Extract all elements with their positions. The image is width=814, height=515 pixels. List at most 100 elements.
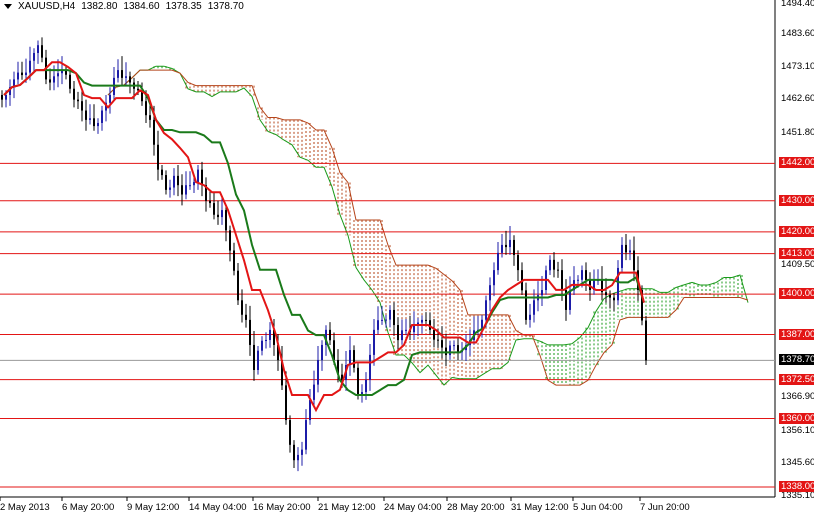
price-tick-label: 1345.60: [781, 457, 814, 469]
candle-body: [609, 295, 611, 298]
candle-body: [17, 72, 19, 80]
candle-body: [245, 314, 247, 320]
candle-body: [497, 252, 499, 271]
candle-body: [393, 309, 395, 326]
chart-window: XAUUSD,H4 1382.80 1384.60 1378.35 1378.7…: [0, 0, 814, 515]
candle-body: [305, 420, 307, 450]
candle-body: [457, 345, 459, 353]
candle-body: [645, 320, 647, 361]
candle-body: [81, 101, 83, 111]
low-value: 1378.35: [165, 1, 202, 12]
price-tick-label: 1366.90: [781, 391, 814, 403]
candle-body: [425, 319, 427, 321]
candle-body: [581, 270, 583, 280]
candle-body: [489, 285, 491, 301]
chart-header: XAUUSD,H4 1382.80 1384.60 1378.35 1378.7…: [4, 1, 244, 12]
candle-body: [513, 239, 515, 256]
candle-body: [369, 354, 371, 380]
tenkan-sen-line: [3, 61, 645, 413]
candle-body: [633, 250, 635, 271]
candle-body: [69, 74, 71, 89]
price-tick-label: 1473.10: [781, 60, 814, 72]
candle-body: [557, 269, 559, 271]
candle-body: [213, 203, 215, 215]
level-label: 1420.00: [779, 225, 814, 237]
candle-body: [153, 119, 155, 145]
candle-body: [577, 279, 579, 281]
candle-body: [253, 344, 255, 370]
candle-body: [549, 259, 551, 271]
candle-body: [201, 169, 203, 186]
candle-body: [57, 73, 59, 77]
price-tick-label: 1451.80: [781, 126, 814, 138]
candle-body: [41, 45, 43, 58]
candle-body: [625, 244, 627, 253]
candle-body: [249, 319, 251, 345]
candle-body: [613, 297, 615, 301]
candle-body: [301, 449, 303, 455]
candle-body: [621, 244, 623, 268]
price-chart[interactable]: [0, 0, 814, 515]
candle-body: [405, 329, 407, 331]
candle-body: [509, 239, 511, 248]
candle-body: [269, 329, 271, 340]
candle-body: [97, 122, 99, 127]
level-label: 1413.00: [779, 247, 814, 259]
candle-body: [185, 185, 187, 195]
candle-body: [165, 175, 167, 190]
price-tick-label: 1356.10: [781, 424, 814, 436]
candle-body: [529, 314, 531, 320]
candle-body: [517, 255, 519, 271]
candle-body: [121, 70, 123, 78]
dropdown-triangle-icon[interactable]: [4, 4, 12, 9]
level-label: 1430.00: [779, 194, 814, 206]
candle-body: [193, 182, 195, 186]
candle-body: [437, 339, 439, 341]
level-label: 1442.00: [779, 157, 814, 169]
candle-body: [365, 379, 367, 393]
candle-body: [5, 94, 7, 100]
symbol-label: XAUUSD,H4: [18, 1, 76, 12]
candle-body: [445, 347, 447, 356]
candle-body: [389, 309, 391, 320]
candle-body: [93, 118, 95, 127]
candle-body: [233, 250, 235, 271]
level-label: 1400.00: [779, 288, 814, 300]
candle-body: [125, 76, 127, 78]
candle-body: [137, 88, 139, 91]
candle-body: [161, 169, 163, 176]
candle-body: [177, 175, 179, 186]
time-tick-label: 28 May 20:00: [447, 502, 505, 513]
candle-body: [553, 259, 555, 270]
level-label: 1338.00: [779, 480, 814, 492]
candle-body: [101, 110, 103, 123]
candle-body: [197, 169, 199, 183]
candle-body: [353, 350, 355, 368]
open-value: 1382.80: [81, 1, 118, 12]
candle-body: [397, 325, 399, 341]
candle-body: [145, 101, 147, 116]
candle-body: [257, 350, 259, 370]
candle-body: [149, 115, 151, 120]
current-price-label: 1378.70: [779, 354, 814, 366]
candle-body: [21, 72, 23, 76]
candle-body: [569, 290, 571, 310]
candle-body: [493, 270, 495, 286]
candle-body: [289, 420, 291, 445]
candle-body: [189, 185, 191, 187]
candle-body: [221, 210, 223, 218]
candle-body: [73, 88, 75, 100]
candle-body: [373, 329, 375, 355]
candle-body: [293, 444, 295, 461]
candle-body: [453, 345, 455, 347]
time-tick-label: 21 May 12:00: [318, 502, 376, 513]
level-label: 1372.50: [779, 373, 814, 385]
candle-body: [297, 454, 299, 461]
candle-body: [309, 399, 311, 421]
candle-body: [261, 340, 263, 351]
candle-body: [321, 344, 323, 361]
level-label: 1387.00: [779, 328, 814, 340]
candle-body: [313, 384, 315, 400]
price-tick-label: 1494.40: [781, 0, 814, 9]
candle-body: [357, 367, 359, 395]
